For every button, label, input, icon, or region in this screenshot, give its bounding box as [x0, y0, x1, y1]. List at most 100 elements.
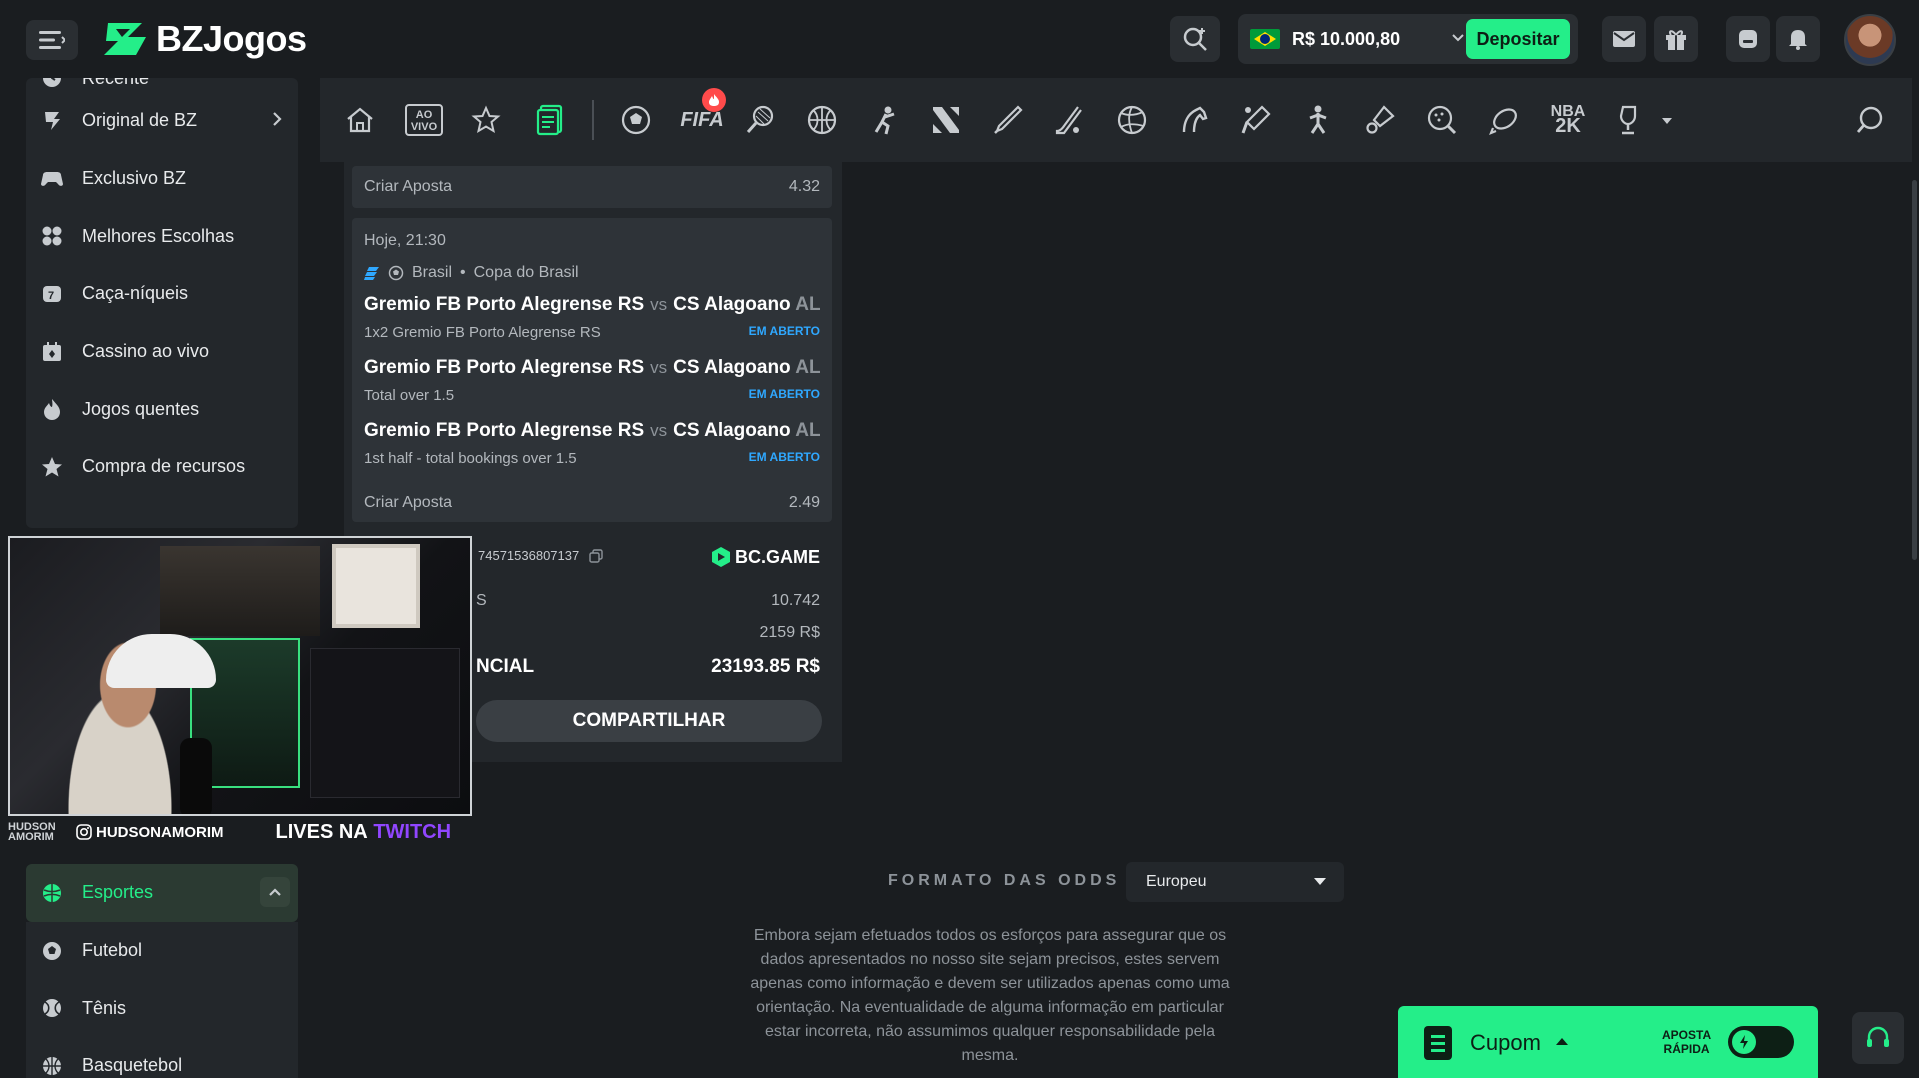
collapse-esportes-button[interactable] [260, 877, 290, 907]
league-name: Copa do Brasil [473, 264, 579, 281]
clock-icon [40, 78, 64, 90]
nav-cricket[interactable] [988, 100, 1028, 140]
messages-button[interactable] [1602, 16, 1646, 62]
streamer-name-tag: HUDSON AMORIM [8, 821, 56, 843]
sports-search-button[interactable] [1850, 100, 1890, 140]
bet-market: 1st half - total bookings over 1.5 [364, 450, 577, 467]
nav-basketball[interactable] [802, 100, 842, 140]
soccer-icon [388, 265, 404, 281]
search-icon [1856, 106, 1883, 133]
odds-format-value: Europeu [1146, 873, 1207, 890]
disclaimer-text: Embora sejam efetuados todos os esforços… [750, 927, 1230, 1064]
bz-original-icon [40, 109, 64, 133]
page-scrollbar[interactable] [1912, 180, 1917, 560]
bet-builder-label: Criar Aposta [364, 494, 453, 511]
match-teams: Gremio FB Porto Alegrense RS vs CS Alagoan… [364, 420, 820, 441]
global-search-button[interactable] [1170, 16, 1220, 62]
esports-icon [933, 107, 959, 133]
event-league[interactable]: Brasil • Copa do Brasil [364, 264, 579, 282]
chat-icon [1739, 30, 1757, 48]
hot-badge-icon [702, 88, 726, 112]
sports-category-nav: AO VIVO FIFA NBA 2K [320, 78, 1912, 162]
quick-bet-toggle[interactable] [1728, 1026, 1794, 1058]
sidebar-item-cassino-ao-vivo[interactable]: Cassino ao vivo [26, 323, 298, 381]
nav-athletics[interactable] [1298, 100, 1338, 140]
sidebar-item-melhores-escolhas[interactable]: Melhores Escolhas [26, 207, 298, 265]
nav-nba2k[interactable]: NBA 2K [1546, 100, 1590, 140]
sidebar-item-compra-de-recursos[interactable]: Compra de recursos [26, 438, 298, 496]
nav-tennis[interactable] [740, 100, 780, 140]
casino-menu: Recente Original de BZ Exclusivo BZ Melh… [26, 78, 298, 528]
trophy-icon [1619, 105, 1637, 135]
chevron-down-icon[interactable] [1450, 30, 1466, 46]
tennis-icon [40, 996, 64, 1020]
chevron-up-icon [1556, 1038, 1568, 1045]
nav-fifa[interactable]: FIFA [678, 88, 726, 140]
separator-dot: • [460, 264, 466, 281]
lives-banner: LIVES NA TWITCH [275, 820, 452, 843]
sidebar-item-basquetebol[interactable]: Basquetebol [26, 1037, 298, 1078]
sidebar-item-recente[interactable]: Recente [26, 78, 298, 92]
instagram-handle: HUDSONAMORIM [76, 824, 224, 841]
odds-format-select[interactable]: Europeu [1126, 862, 1344, 902]
nav-badminton[interactable] [1360, 100, 1400, 140]
brand-logo[interactable]: BZJogos [102, 18, 307, 60]
status-badge: EM ABERTO [748, 387, 820, 401]
sidebar-item-jogos-quentes[interactable]: Jogos quentes [26, 380, 298, 438]
webcam-pc-case [310, 648, 460, 798]
nav-soccer[interactable] [616, 100, 656, 140]
hockey-stick-icon [1055, 106, 1082, 135]
total-odds-label: S [476, 592, 487, 609]
sidebar-item-futebol[interactable]: Futebol [26, 921, 298, 980]
coupon-bar[interactable]: Cupom APOSTA RÁPIDA [1398, 1006, 1818, 1078]
league-country: Brasil [412, 264, 453, 281]
rewards-button[interactable] [1654, 16, 1698, 62]
combo-bet-card: Hoje, 21:30 Brasil • Copa do Brasil Grem… [352, 218, 832, 522]
support-button[interactable] [1852, 1012, 1904, 1064]
nav-baseball[interactable] [864, 100, 904, 140]
chat-button[interactable] [1726, 16, 1770, 62]
sidebar-item-esportes[interactable]: Esportes [26, 864, 298, 922]
nav-favorites[interactable] [466, 100, 506, 140]
bet-leg[interactable]: Gremio FB Porto Alegrense RS vs CS Alagoan… [364, 420, 820, 467]
menu-toggle-button[interactable] [26, 20, 78, 60]
brand-name: BZJogos [156, 18, 307, 59]
bet-builder-row[interactable]: Criar Aposta 2.49 [364, 494, 820, 512]
notifications-button[interactable] [1776, 16, 1820, 62]
nav-esports[interactable] [926, 100, 966, 140]
search-icon [1183, 27, 1207, 51]
bet-id: 745715368071​37 [478, 548, 603, 563]
bet-leg[interactable]: Gremio FB Porto Alegrense RS vs CS Alagoan… [364, 357, 820, 404]
webcam-photo-frame [332, 544, 420, 628]
bet-market: 1x2 Gremio FB Porto Alegrense RS [364, 324, 601, 341]
hamburger-icon [39, 31, 65, 49]
nav-horse-racing[interactable] [1174, 100, 1214, 140]
sidebar-item-tenis[interactable]: Tênis [26, 979, 298, 1038]
basketball-icon [807, 105, 837, 135]
bet-builder-row[interactable]: Criar Aposta 4.32 [352, 166, 832, 208]
sports-menu: Esportes Futebol Tênis Basquetebol [26, 864, 298, 1078]
sports-icon [40, 881, 64, 905]
nav-volleyball[interactable] [1112, 100, 1152, 140]
wallet-balance[interactable]: R$ 10.000,80 Depositar [1238, 14, 1578, 64]
copy-icon[interactable] [589, 548, 603, 563]
nav-live[interactable]: AO VIVO [404, 100, 444, 140]
nav-table-tennis[interactable] [1236, 100, 1276, 140]
nav-rugby[interactable] [1484, 100, 1524, 140]
nav-golf[interactable] [1422, 100, 1462, 140]
sidebar-item-label: Original de BZ [82, 110, 198, 131]
webcam-shelf [160, 546, 320, 636]
deposit-button[interactable]: Depositar [1466, 19, 1570, 59]
share-button[interactable]: COMPARTILHAR [476, 700, 822, 742]
nav-hockey[interactable] [1050, 100, 1090, 140]
sidebar-item-exclusivo-bz[interactable]: Exclusivo BZ [26, 150, 298, 208]
nba-label: NBA 2K [1550, 103, 1586, 137]
sidebar-item-caca-niqueis[interactable]: 7 Caça-níqueis [26, 265, 298, 323]
user-avatar[interactable] [1844, 14, 1896, 66]
bet-leg[interactable]: Gremio FB Porto Alegrense RS vs CS Alagoan… [364, 294, 820, 341]
chevron-down-icon[interactable] [1660, 116, 1674, 126]
nav-more-sports[interactable] [1608, 100, 1648, 140]
sidebar-item-original-de-bz[interactable]: Original de BZ [26, 92, 298, 150]
nav-my-bets[interactable] [530, 100, 570, 140]
nav-home[interactable] [340, 100, 380, 140]
